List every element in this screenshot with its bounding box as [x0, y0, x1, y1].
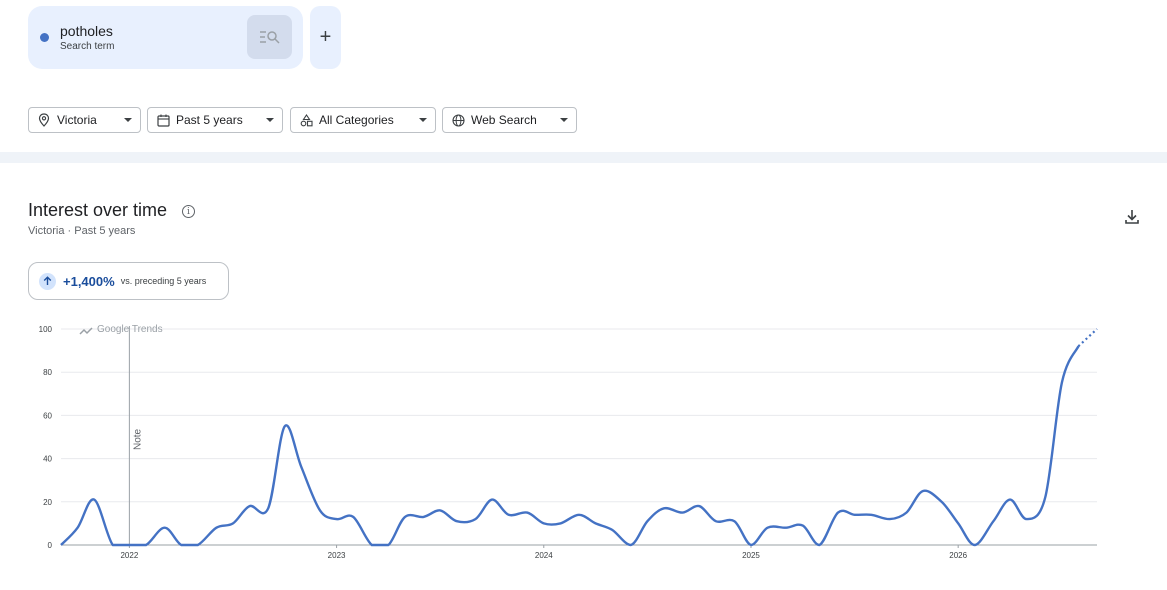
- google-trends-watermark: Google Trends: [97, 324, 163, 335]
- categories-icon: [299, 113, 313, 127]
- section-subtitle: Victoria · Past 5 years: [28, 225, 136, 237]
- location-pin-icon: [37, 113, 51, 127]
- series-color-dot: [40, 33, 49, 42]
- property-filter[interactable]: Web Search: [442, 107, 577, 133]
- info-icon[interactable]: i: [182, 205, 195, 218]
- x-tick-label-2025: 2025: [742, 551, 760, 560]
- series-line-0: [60, 345, 1080, 547]
- partial-data-segment: [1077, 328, 1098, 348]
- add-comparison-button[interactable]: +: [310, 6, 341, 69]
- change-label: vs. preceding 5 years: [120, 276, 207, 286]
- time-range-filter-label: Past 5 years: [176, 113, 243, 127]
- y-tick-label-40: 40: [43, 455, 52, 464]
- time-range-filter[interactable]: Past 5 years: [147, 107, 283, 133]
- change-summary: +1,400% vs. preceding 5 years: [28, 262, 229, 300]
- y-tick-label-20: 20: [43, 498, 52, 507]
- x-tick-label-2024: 2024: [535, 551, 553, 560]
- category-filter[interactable]: All Categories: [290, 107, 436, 133]
- note-marker-label: Note: [132, 428, 143, 450]
- section-divider: [0, 152, 1167, 163]
- chevron-down-icon: [124, 118, 132, 122]
- section-title: Interest over time: [28, 200, 168, 220]
- line-chart-svg: 0 20 40 60 80 100 2022 2023 2024 2025 2026 Note Goog…: [39, 324, 1098, 560]
- y-tick-label-100: 100: [39, 325, 53, 334]
- globe-icon: [451, 113, 465, 127]
- x-tick-label-2023: 2023: [328, 551, 346, 560]
- calendar-icon: [156, 113, 170, 127]
- search-term-card[interactable]: potholes Search term: [28, 6, 303, 69]
- search-term-name: potholes: [60, 23, 113, 39]
- search-term-type: Search term: [60, 41, 115, 52]
- category-filter-label: All Categories: [319, 113, 394, 127]
- interest-over-time-chart: 0 20 40 60 80 100 2022 2023 2024 2025 2026 Note Goog…: [0, 310, 1167, 580]
- change-value: +1,400%: [63, 273, 115, 289]
- y-tick-label-0: 0: [48, 541, 53, 550]
- download-icon[interactable]: [1123, 208, 1141, 226]
- x-tick-label-2022: 2022: [120, 551, 138, 560]
- refine-search-button[interactable]: [247, 15, 292, 59]
- chevron-down-icon: [266, 118, 274, 122]
- property-filter-label: Web Search: [471, 113, 537, 127]
- search-list-icon: [259, 31, 280, 44]
- y-tick-label-80: 80: [43, 368, 52, 377]
- chevron-down-icon: [419, 118, 427, 122]
- arrow-up-icon: [39, 272, 56, 290]
- x-tick-label-2026: 2026: [949, 551, 967, 560]
- location-filter-label: Victoria: [57, 113, 97, 127]
- location-filter[interactable]: Victoria: [28, 107, 141, 133]
- y-tick-label-60: 60: [43, 411, 52, 420]
- chevron-down-icon: [560, 118, 568, 122]
